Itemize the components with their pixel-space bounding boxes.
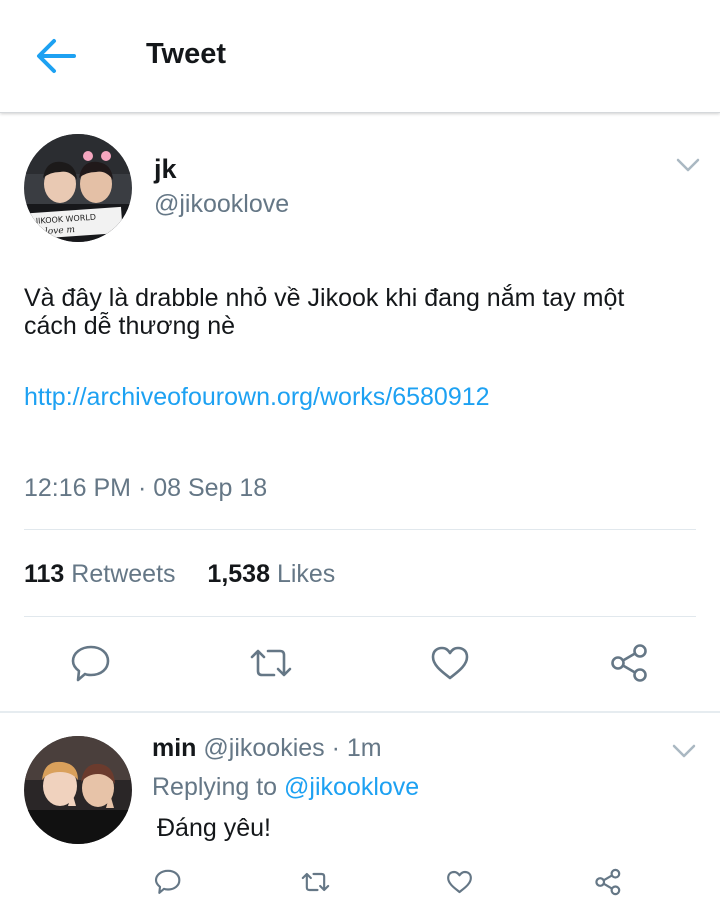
section-divider xyxy=(0,711,720,713)
likes-label: Likes xyxy=(276,560,336,588)
chevron-down-icon xyxy=(672,744,696,758)
like-icon xyxy=(447,870,472,894)
chevron-down-icon xyxy=(676,158,700,172)
back-arrow-icon xyxy=(37,39,76,73)
share-icon xyxy=(595,868,621,896)
author-avatar[interactable]: JIKOOK WORLD I love m xyxy=(24,134,132,242)
share-button[interactable] xyxy=(609,643,651,683)
top-bar: Tweet xyxy=(0,0,720,113)
back-button[interactable] xyxy=(34,36,78,76)
like-icon xyxy=(431,646,469,680)
share-icon xyxy=(611,644,647,682)
reply-text: Đáng yêu! xyxy=(157,814,271,842)
reply-header: min @jikookies · 1m xyxy=(152,734,382,763)
retweet-icon xyxy=(250,649,292,677)
author-name[interactable]: jk xyxy=(154,154,177,185)
tweet-timestamp: 12:16 PM · 08 Sep 18 xyxy=(24,474,268,502)
reply-icon xyxy=(154,869,181,894)
tweet-stats: 113 Retweets 1,538 Likes xyxy=(24,560,335,589)
reply-like-button[interactable] xyxy=(446,870,473,894)
page-title: Tweet xyxy=(146,38,227,70)
reply-reply-button[interactable] xyxy=(154,868,182,895)
retweets-count: 113 xyxy=(24,560,65,588)
divider xyxy=(24,616,696,617)
tweet-link[interactable]: http://archiveofourown.org/works/6580912 xyxy=(24,383,490,412)
retweet-button[interactable] xyxy=(248,645,294,681)
reply-author-handle[interactable]: @jikookies xyxy=(203,734,324,762)
reply-author-avatar[interactable] xyxy=(24,736,132,844)
tweet-menu-button[interactable] xyxy=(676,156,700,174)
replying-to: Replying to @jikooklove xyxy=(152,773,419,802)
retweets-stat[interactable]: 113 Retweets xyxy=(24,560,176,588)
divider xyxy=(24,529,696,530)
reply-time: · 1m xyxy=(331,734,382,762)
reply-share-button[interactable] xyxy=(594,868,623,896)
reply-retweet-button[interactable] xyxy=(300,870,331,894)
reply-icon xyxy=(71,645,110,682)
likes-stat[interactable]: 1,538 Likes xyxy=(207,560,335,588)
tweet-text: Và đây là drabble nhỏ về Jikook khi đang… xyxy=(24,284,625,340)
reply-menu-button[interactable] xyxy=(672,742,696,760)
replying-label: Replying to xyxy=(152,773,278,801)
reply-author-name[interactable]: min xyxy=(152,734,196,762)
likes-count: 1,538 xyxy=(207,560,270,588)
replying-mention[interactable]: @jikooklove xyxy=(284,773,419,801)
retweets-label: Retweets xyxy=(71,560,176,588)
reply-button[interactable] xyxy=(70,643,112,683)
retweet-icon xyxy=(301,872,330,892)
like-button[interactable] xyxy=(430,645,470,681)
author-handle[interactable]: @jikooklove xyxy=(154,190,289,219)
